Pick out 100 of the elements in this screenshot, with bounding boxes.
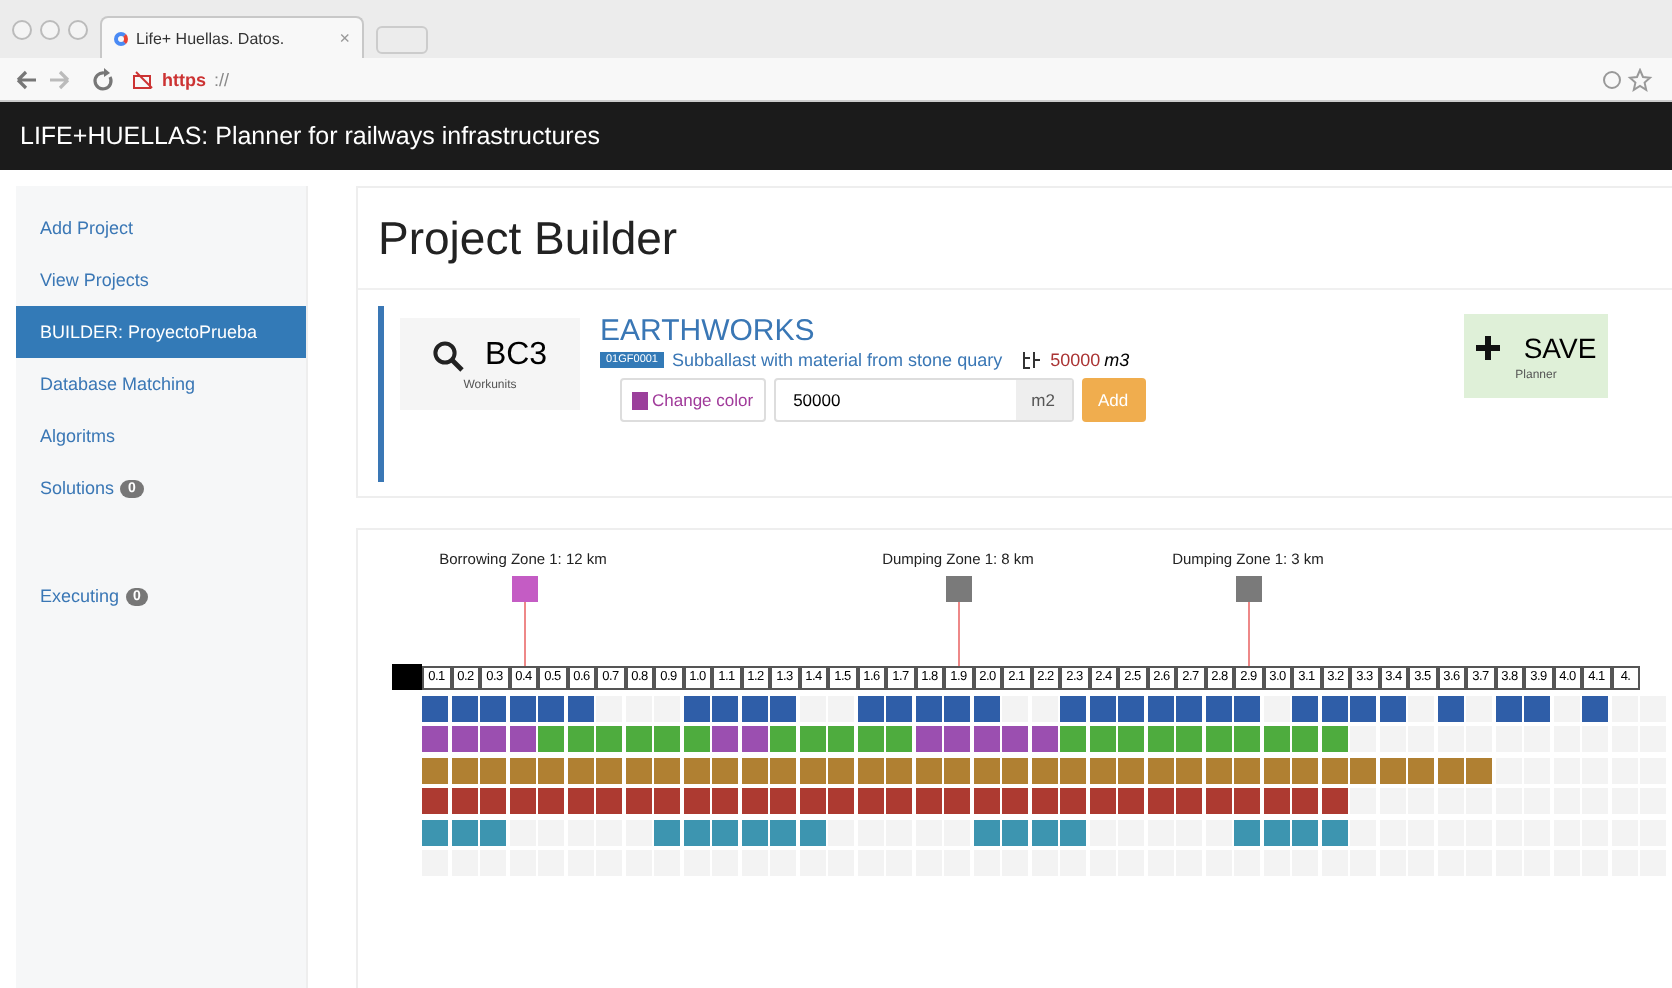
work-block[interactable] [973,819,999,845]
work-block[interactable] [1089,726,1115,752]
work-block[interactable] [886,757,912,783]
work-block[interactable] [1408,757,1434,783]
forward-icon[interactable] [48,69,70,89]
work-block[interactable] [1321,695,1347,721]
work-block[interactable] [1263,788,1289,814]
work-block[interactable] [1118,757,1144,783]
sidebar-item[interactable]: Add Project [16,202,306,254]
work-block[interactable] [625,726,651,752]
work-block[interactable] [1292,819,1318,845]
work-block[interactable] [857,757,883,783]
close-icon[interactable]: × [339,28,350,48]
work-block[interactable] [886,695,912,721]
change-color-button[interactable]: Change color [620,378,766,422]
work-block[interactable] [915,726,941,752]
work-block[interactable] [944,695,970,721]
work-block[interactable] [422,695,448,721]
work-block[interactable] [1060,819,1086,845]
work-block[interactable] [1350,695,1376,721]
work-block[interactable] [770,695,796,721]
work-block[interactable] [683,757,709,783]
work-block[interactable] [451,757,477,783]
work-block[interactable] [1234,695,1260,721]
work-block[interactable] [1118,695,1144,721]
work-block[interactable] [799,757,825,783]
work-block[interactable] [741,726,767,752]
work-block[interactable] [741,788,767,814]
work-block[interactable] [451,788,477,814]
work-block[interactable] [683,726,709,752]
work-block[interactable] [422,757,448,783]
work-block[interactable] [1031,788,1057,814]
work-block[interactable] [799,788,825,814]
work-block[interactable] [1089,788,1115,814]
work-block[interactable] [828,757,854,783]
work-block[interactable] [509,788,535,814]
work-block[interactable] [1060,695,1086,721]
work-block[interactable] [509,757,535,783]
zone-marker[interactable] [946,576,972,602]
work-block[interactable] [538,695,564,721]
sidebar-item[interactable]: View Projects [16,254,306,306]
work-block[interactable] [625,788,651,814]
work-block[interactable] [799,819,825,845]
work-block[interactable] [1582,695,1608,721]
work-block[interactable] [480,819,506,845]
work-block[interactable] [1234,757,1260,783]
work-block[interactable] [1292,757,1318,783]
work-block[interactable] [1524,695,1550,721]
work-block[interactable] [683,819,709,845]
work-block[interactable] [1176,757,1202,783]
work-block[interactable] [799,726,825,752]
work-block[interactable] [712,819,738,845]
zone-marker[interactable] [511,576,537,602]
back-icon[interactable] [16,69,38,89]
work-block[interactable] [567,757,593,783]
work-block[interactable] [1031,726,1057,752]
work-block[interactable] [683,695,709,721]
work-block[interactable] [1147,788,1173,814]
work-block[interactable] [509,695,535,721]
work-block[interactable] [1205,695,1231,721]
work-block[interactable] [1002,819,1028,845]
sidebar-item[interactable]: BUILDER: ProyectoPrueba [16,306,306,358]
work-block[interactable] [1321,819,1347,845]
work-block[interactable] [1437,757,1463,783]
work-block[interactable] [538,757,564,783]
work-block[interactable] [857,726,883,752]
work-block[interactable] [973,726,999,752]
work-block[interactable] [857,788,883,814]
work-block[interactable] [1031,757,1057,783]
work-block[interactable] [683,788,709,814]
work-block[interactable] [1466,757,1492,783]
sidebar-item[interactable]: Algoritms [16,410,306,462]
work-block[interactable] [1379,695,1405,721]
work-block[interactable] [712,695,738,721]
work-block[interactable] [480,695,506,721]
work-block[interactable] [1234,819,1260,845]
work-block[interactable] [422,819,448,845]
sidebar-item[interactable]: Database Matching [16,358,306,410]
work-block[interactable] [1176,695,1202,721]
work-block[interactable] [1205,726,1231,752]
zone-marker[interactable] [1236,576,1262,602]
work-block[interactable] [451,726,477,752]
work-block[interactable] [1089,695,1115,721]
app-title[interactable]: LIFE+HUELLAS: Planner for railways infrastructures [20,122,601,150]
work-block[interactable] [1379,757,1405,783]
work-block[interactable] [1031,819,1057,845]
amount-field[interactable]: 50000 m2 [773,378,1074,422]
work-block[interactable] [741,819,767,845]
work-block[interactable] [1263,757,1289,783]
work-block[interactable] [770,819,796,845]
work-block[interactable] [567,788,593,814]
star-icon[interactable] [1627,67,1653,91]
work-block[interactable] [1437,695,1463,721]
work-block[interactable] [1002,757,1028,783]
work-block[interactable] [567,695,593,721]
work-block[interactable] [712,757,738,783]
work-block[interactable] [944,757,970,783]
work-block[interactable] [1147,726,1173,752]
work-block[interactable] [1147,695,1173,721]
work-block[interactable] [567,726,593,752]
